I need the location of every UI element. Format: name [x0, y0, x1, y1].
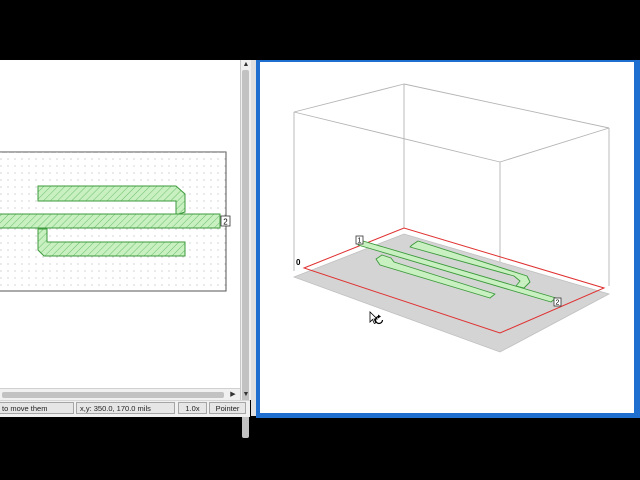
- status-mode: Pointer: [209, 402, 246, 414]
- svg-text:1: 1: [358, 238, 362, 245]
- z-axis-label: 0: [296, 258, 301, 267]
- port-1-marker-3d[interactable]: 1: [355, 235, 364, 245]
- scroll-up-icon[interactable]: ▲: [241, 60, 251, 70]
- status-hint: to move them: [0, 402, 74, 414]
- layout-editor-2d[interactable]: 2: [0, 60, 240, 388]
- status-zoom: 1.0x: [178, 402, 207, 414]
- port-2-marker[interactable]: 2: [220, 215, 231, 227]
- svg-text:2: 2: [556, 300, 560, 307]
- svg-text:2: 2: [223, 217, 228, 226]
- rotate-cursor-icon: [369, 311, 384, 325]
- vertical-scrollbar[interactable]: ▲ ▼: [240, 60, 251, 438]
- horizontal-scroll-thumb[interactable]: [2, 392, 224, 398]
- view-3d-window: 1 2 0: [256, 60, 640, 418]
- status-bar: to move them x,y: 350.0, 170.0 mils 1.0x…: [0, 400, 250, 417]
- scroll-down-icon[interactable]: ▼: [241, 390, 251, 400]
- vertical-scroll-thumb[interactable]: [242, 70, 249, 438]
- status-coordinates: x,y: 350.0, 170.0 mils: [76, 402, 175, 414]
- port-2-marker-3d[interactable]: 2: [553, 297, 562, 307]
- view-3d-canvas[interactable]: 1 2 0: [260, 62, 634, 413]
- through-line[interactable]: [0, 213, 221, 229]
